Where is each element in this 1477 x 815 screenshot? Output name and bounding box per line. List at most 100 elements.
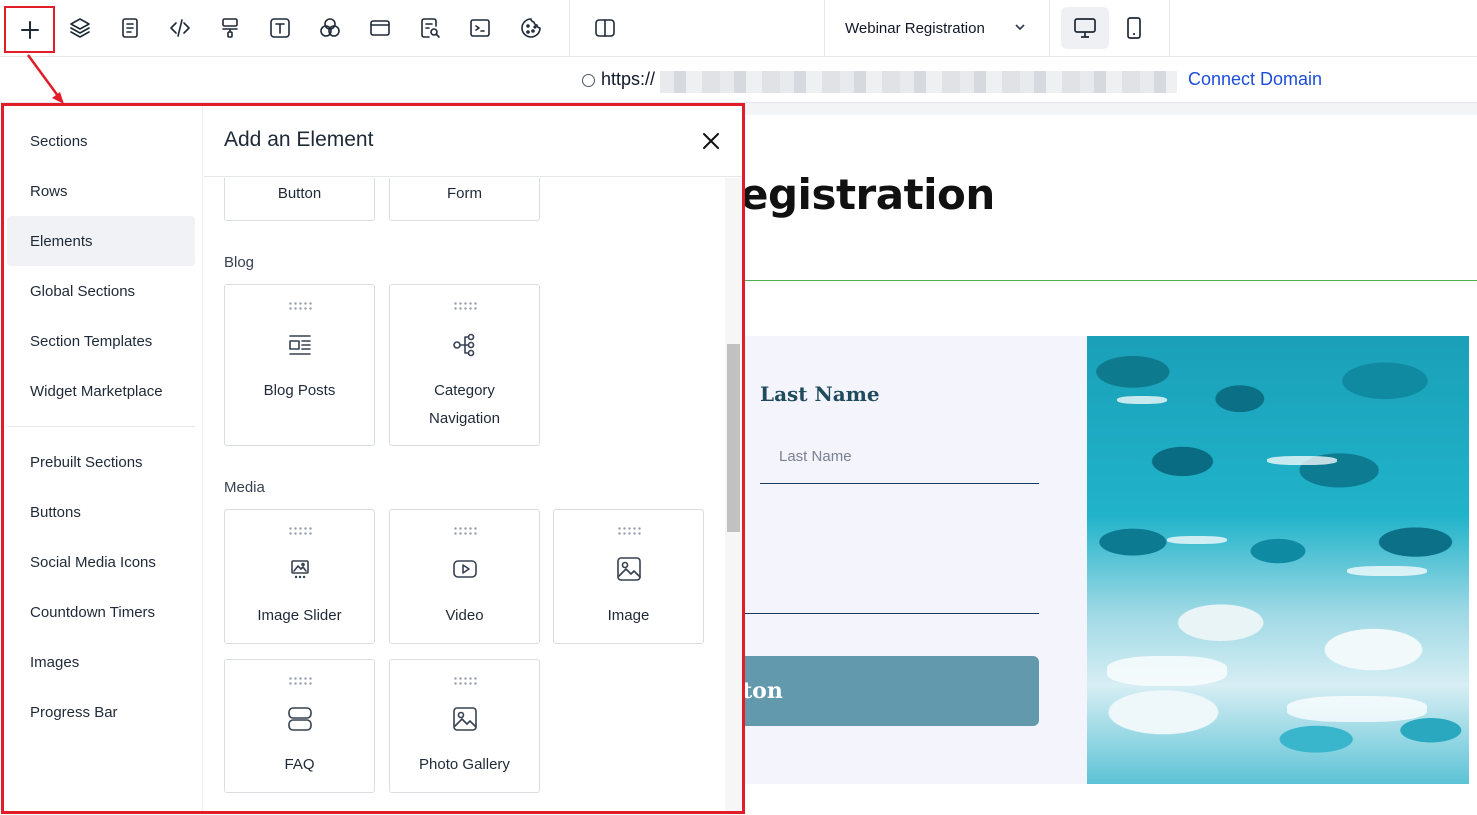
element-card-photo-gallery[interactable]: Photo Gallery [389, 659, 540, 793]
paint-roller-icon [222, 18, 238, 38]
colors-button[interactable] [310, 8, 350, 48]
form-field-underline [745, 613, 1039, 614]
sidebar-item-countdown-timers[interactable]: Countdown Timers [7, 587, 195, 637]
sidebar-item-global-sections[interactable]: Global Sections [7, 266, 195, 316]
element-card-form[interactable]: Form [389, 178, 540, 221]
sidebar-item-label: Buttons [30, 503, 81, 521]
photo-gallery-icon [450, 704, 480, 734]
sidebar-item-label: Countdown Timers [30, 603, 156, 621]
page-select[interactable]: Webinar Registration [845, 0, 1035, 57]
ocean-image [1087, 336, 1469, 784]
group-label-blog: Blog [224, 254, 255, 271]
top-toolbar: Webinar Registration [0, 0, 1477, 57]
add-element-panel: Sections Rows Elements Global Sections S… [1, 103, 745, 814]
panel-header: Add an Element [204, 106, 742, 177]
url-status-icon [582, 74, 595, 87]
sidebar-item-social-media-icons[interactable]: Social Media Icons [7, 537, 195, 587]
element-card-label: Image [607, 607, 650, 624]
layers-button[interactable] [60, 8, 100, 48]
section-divider [745, 280, 1477, 281]
cookie-icon [521, 18, 541, 38]
foam [1107, 656, 1227, 686]
styles-button[interactable] [210, 8, 250, 48]
sidebar-item-elements[interactable]: Elements [7, 216, 195, 266]
columns-icon [595, 19, 615, 37]
monitor-icon [1074, 18, 1096, 38]
tracking-code-button[interactable] [460, 8, 500, 48]
close-icon [703, 133, 719, 149]
sidebar-item-rows[interactable]: Rows [7, 166, 195, 216]
layers-icon [70, 18, 90, 38]
mobile-view-button[interactable] [1110, 7, 1158, 49]
desktop-view-button[interactable] [1061, 7, 1109, 49]
element-card-faq[interactable]: FAQ [224, 659, 375, 793]
element-card-label: Form [447, 185, 482, 202]
sidebar-item-label: Sections [30, 132, 88, 150]
toolbar-divider [824, 0, 825, 57]
seo-button[interactable] [410, 8, 450, 48]
foam [1267, 456, 1337, 465]
drag-handle-icon[interactable] [288, 301, 312, 311]
faq-stack-icon [285, 704, 315, 734]
element-card-label: Image Slider [257, 607, 342, 624]
form-submit-button[interactable]: ton [745, 656, 1039, 726]
drag-handle-icon[interactable] [617, 526, 641, 536]
toolbar-divider [569, 0, 570, 57]
sidebar-divider [7, 426, 195, 427]
drag-handle-icon[interactable] [288, 526, 312, 536]
sidebar-item-label: Prebuilt Sections [30, 453, 143, 471]
video-play-icon [450, 554, 480, 584]
sidebar-item-images[interactable]: Images [7, 637, 195, 687]
color-circles-icon [320, 18, 340, 37]
panel-scrollbar[interactable] [725, 178, 742, 811]
file-search-icon [421, 18, 440, 38]
sidebar-item-section-templates[interactable]: Section Templates [7, 316, 195, 366]
chevron-down-icon [1013, 20, 1027, 34]
element-card-video[interactable]: Video [389, 509, 540, 644]
elements-list[interactable]: Button Form Blog Blog Posts Category Nav… [204, 178, 742, 811]
panel-main: Add an Element Button Form Blog Blog Pos… [204, 106, 742, 811]
sidebar-item-label: Widget Marketplace [30, 382, 163, 400]
element-card-image-slider[interactable]: Image Slider [224, 509, 375, 644]
sidebar-item-widget-marketplace[interactable]: Widget Marketplace [7, 366, 195, 416]
text-icon [270, 18, 290, 38]
sidebar-item-label: Images [30, 653, 80, 671]
window-icon [370, 20, 390, 36]
close-panel-button[interactable] [698, 128, 724, 154]
canvas-top-strip [745, 103, 1477, 115]
sidebar-item-prebuilt-sections[interactable]: Prebuilt Sections [7, 437, 195, 487]
phone-icon [1127, 17, 1141, 39]
scrollbar-thumb[interactable] [727, 344, 740, 532]
form-submit-label: ton [745, 678, 783, 704]
image-icon [614, 554, 644, 584]
element-card-blog-posts[interactable]: Blog Posts [224, 284, 375, 446]
drag-handle-icon[interactable] [453, 676, 477, 686]
page-select-value: Webinar Registration [845, 20, 985, 37]
last-name-input[interactable] [760, 430, 1039, 484]
sidebar-item-sections[interactable]: Sections [7, 116, 195, 166]
element-card-label: Video [445, 607, 484, 624]
url-prefix: https:// [601, 69, 656, 89]
drag-handle-icon[interactable] [453, 526, 477, 536]
connect-domain-link[interactable]: Connect Domain [1188, 69, 1322, 90]
drag-handle-icon[interactable] [453, 301, 477, 311]
category-tree-icon [450, 330, 480, 360]
cookie-button[interactable] [511, 8, 551, 48]
foam [1117, 396, 1167, 404]
sidebar-item-label: Rows [30, 182, 68, 200]
sidebar-item-label: Social Media Icons [30, 553, 156, 571]
split-view-button[interactable] [585, 8, 625, 48]
element-card-button[interactable]: Button [224, 178, 375, 221]
pages-button[interactable] [110, 8, 150, 48]
element-card-category-navigation[interactable]: Category Navigation [389, 284, 540, 446]
code-icon [170, 19, 190, 37]
page-heading[interactable]: egistration [740, 170, 995, 219]
sidebar-item-progress-bar[interactable]: Progress Bar [7, 687, 195, 737]
typography-button[interactable] [260, 8, 300, 48]
sidebar-item-buttons[interactable]: Buttons [7, 487, 195, 537]
code-button[interactable] [160, 8, 200, 48]
add-element-button[interactable] [4, 6, 55, 53]
popup-button[interactable] [360, 8, 400, 48]
drag-handle-icon[interactable] [288, 676, 312, 686]
element-card-image[interactable]: Image [553, 509, 704, 644]
